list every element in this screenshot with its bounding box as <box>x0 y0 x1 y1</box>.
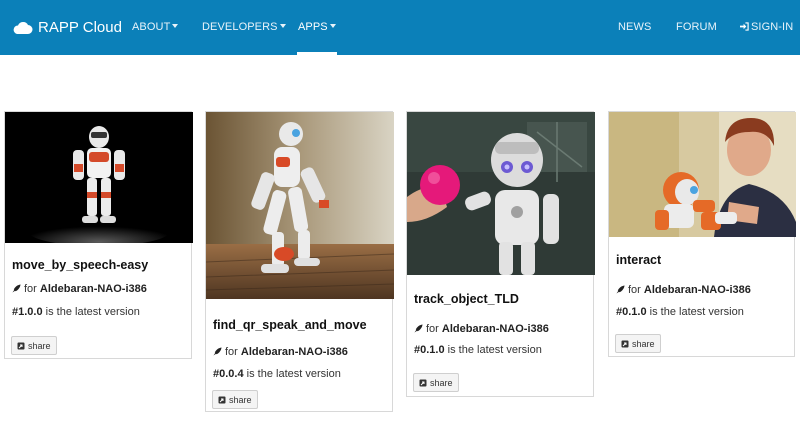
app-version: #0.1.0 is the latest version <box>616 306 744 318</box>
app-platform: for Aldebaran-NAO-i386 <box>12 283 147 295</box>
share-button[interactable]: share <box>212 390 258 409</box>
nao-robot-image <box>5 112 193 243</box>
rocket-icon <box>12 284 21 293</box>
platform-name: Aldebaran-NAO-i386 <box>643 284 751 296</box>
version-number: 0.0.4 <box>219 368 244 380</box>
app-version: #0.1.0 is the latest version <box>414 344 542 356</box>
nav-about-label: ABOUT <box>132 21 171 33</box>
caret-down-icon <box>329 24 336 29</box>
app-platform: for Aldebaran-NAO-i386 <box>414 323 549 335</box>
version-number: 0.1.0 <box>420 344 445 356</box>
for-label: for <box>225 346 238 358</box>
nav-apps-dropdown[interactable]: APPS <box>297 0 337 55</box>
nav-developers-dropdown[interactable]: DEVELOPERS <box>202 0 286 55</box>
brand-label: RAPP Cloud <box>38 19 122 36</box>
version-suffix: is the latest version <box>45 306 140 318</box>
nao-robot-image <box>206 112 394 299</box>
app-title[interactable]: track_object_TLD <box>414 292 519 306</box>
app-title[interactable]: interact <box>616 253 661 267</box>
version-suffix: is the latest version <box>246 368 341 380</box>
nao-robot-image <box>609 112 796 237</box>
share-icon <box>621 340 629 347</box>
platform-name: Aldebaran-NAO-i386 <box>240 346 348 358</box>
rocket-icon <box>616 285 625 294</box>
app-thumbnail[interactable] <box>407 112 595 275</box>
share-label: share <box>430 377 453 388</box>
top-navbar: RAPP Cloud ABOUT DEVELOPERS APPS NEWS FO… <box>0 0 800 55</box>
rocket-icon <box>414 324 423 333</box>
nav-news-label: NEWS <box>618 21 652 33</box>
share-button[interactable]: share <box>413 373 459 392</box>
share-label: share <box>229 394 252 405</box>
app-thumbnail[interactable] <box>609 112 796 237</box>
platform-name: Aldebaran-NAO-i386 <box>441 323 549 335</box>
app-platform: for Aldebaran-NAO-i386 <box>213 346 348 358</box>
app-card: interact for Aldebaran-NAO-i386 #0.1.0 i… <box>608 111 796 357</box>
app-thumbnail[interactable] <box>5 112 193 243</box>
version-suffix: is the latest version <box>447 344 542 356</box>
nao-robot-image <box>407 112 595 275</box>
version-suffix: is the latest version <box>649 306 744 318</box>
nav-forum-link[interactable]: FORUM <box>676 0 717 55</box>
app-version: #0.0.4 is the latest version <box>213 368 341 380</box>
caret-down-icon <box>172 24 179 29</box>
brand-link[interactable]: RAPP Cloud <box>12 0 122 55</box>
version-number: 0.1.0 <box>622 306 647 318</box>
share-button[interactable]: share <box>615 334 661 353</box>
sign-in-icon <box>740 22 749 31</box>
app-thumbnail[interactable] <box>206 112 394 299</box>
nav-signin-label: SIGN-IN <box>751 21 794 33</box>
platform-name: Aldebaran-NAO-i386 <box>39 283 147 295</box>
nav-developers-label: DEVELOPERS <box>202 21 278 33</box>
share-label: share <box>28 340 51 351</box>
nav-signin-link[interactable]: SIGN-IN <box>740 0 793 55</box>
app-version: #1.0.0 is the latest version <box>12 306 140 318</box>
app-platform: for Aldebaran-NAO-i386 <box>616 284 751 296</box>
nav-forum-label: FORUM <box>676 21 717 33</box>
share-button[interactable]: share <box>11 336 57 355</box>
nav-about-dropdown[interactable]: ABOUT <box>132 0 179 55</box>
cloud-icon <box>13 21 33 34</box>
nav-apps-label: APPS <box>298 21 328 33</box>
rocket-icon <box>213 347 222 356</box>
share-label: share <box>632 338 655 349</box>
for-label: for <box>628 284 641 296</box>
for-label: for <box>426 323 439 335</box>
app-title[interactable]: move_by_speech-easy <box>12 258 148 272</box>
version-number: 1.0.0 <box>18 306 43 318</box>
share-icon <box>218 396 226 403</box>
share-icon <box>17 342 25 349</box>
app-card: track_object_TLD for Aldebaran-NAO-i386 … <box>406 111 595 397</box>
nav-news-link[interactable]: NEWS <box>618 0 651 55</box>
app-card: find_qr_speak_and_move for Aldebaran-NAO… <box>205 111 394 412</box>
share-icon <box>419 379 427 386</box>
app-title[interactable]: find_qr_speak_and_move <box>213 318 367 332</box>
caret-down-icon <box>279 24 286 29</box>
app-card: move_by_speech-easy for Aldebaran-NAO-i3… <box>4 111 193 359</box>
for-label: for <box>24 283 37 295</box>
